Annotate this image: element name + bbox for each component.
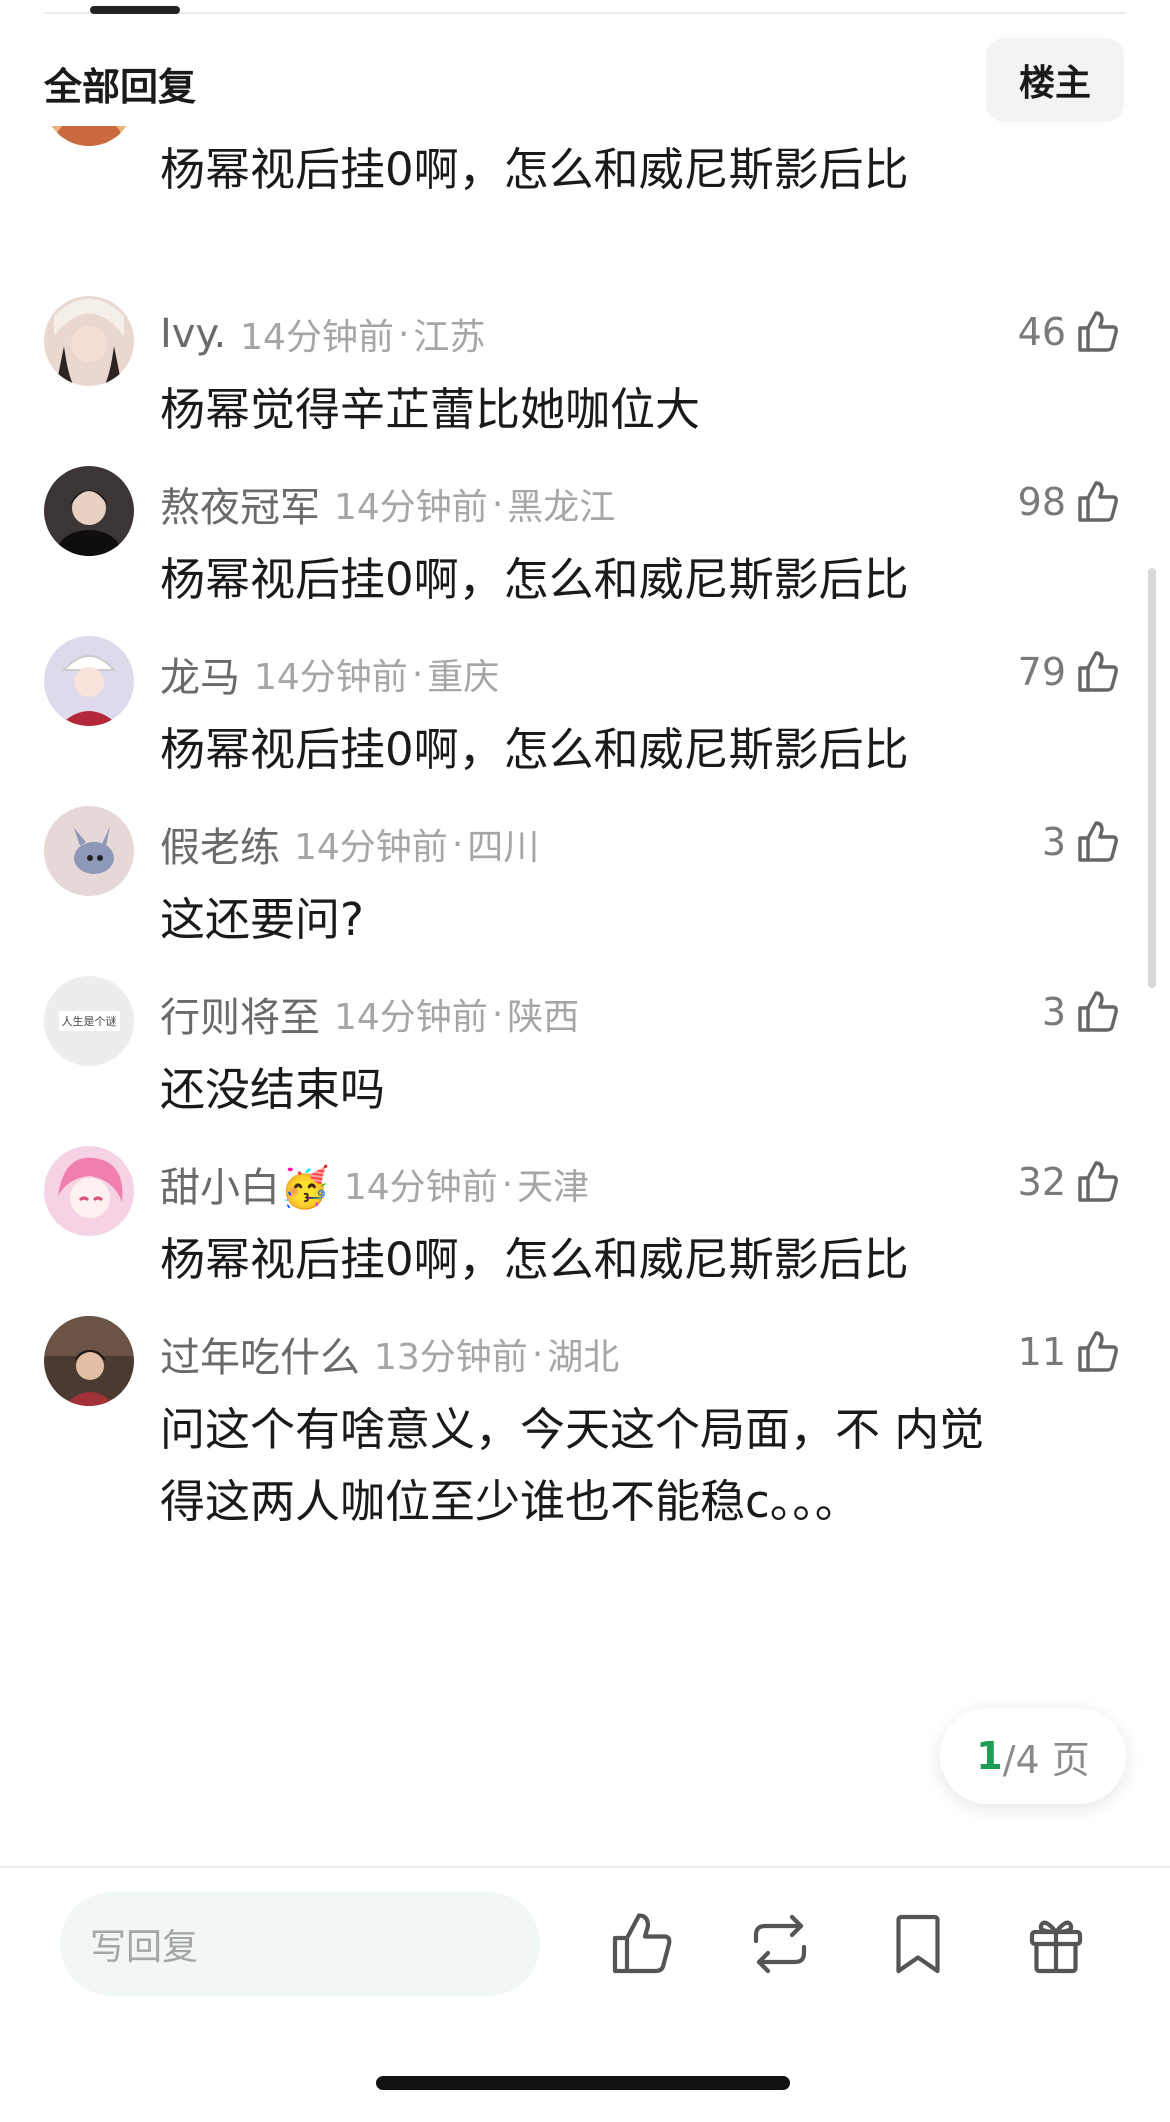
username[interactable]: Ivy.	[160, 311, 226, 357]
username[interactable]: 过年吃什么	[160, 1325, 360, 1383]
comment-location: 江苏	[413, 317, 486, 358]
bottom-action-bar: 写回复	[0, 1866, 1170, 2122]
thumbs-up-icon	[1074, 308, 1122, 356]
like-count: 3	[1041, 820, 1066, 864]
like-count: 98	[1017, 480, 1066, 524]
meta-separator: ·	[491, 993, 504, 1035]
like-button[interactable]: 32	[1018, 1150, 1122, 1214]
like-button[interactable]: 3	[1042, 980, 1122, 1044]
meta-separator: ·	[451, 823, 464, 865]
list-item: 假老练 14分钟前 · 四川 这还要问? 3	[0, 806, 1170, 976]
scrollbar[interactable]	[1148, 568, 1156, 988]
comment-time: 14分钟前	[343, 1167, 498, 1208]
avatar[interactable]	[44, 296, 134, 386]
comment-location: 陕西	[507, 997, 580, 1038]
comment-time: 14分钟前	[254, 657, 408, 698]
comment-location: 四川	[467, 827, 540, 868]
like-button[interactable]: 3	[1042, 810, 1122, 874]
comment-text: 杨幂视后挂0啊，怎么和威尼斯影后比	[160, 143, 909, 196]
meta-separator: ·	[397, 313, 410, 355]
like-button[interactable]: 11	[1018, 1320, 1122, 1384]
page-current: 1	[976, 1734, 1003, 1778]
page-indicator[interactable]: 1 /4 页	[940, 1708, 1126, 1804]
like-count: 46	[1017, 310, 1066, 354]
reply-input[interactable]: 写回复	[60, 1892, 540, 1996]
thumbs-up-icon	[1074, 988, 1122, 1036]
meta-separator: ·	[411, 653, 424, 695]
thumbs-up-icon	[1074, 1158, 1122, 1206]
username[interactable]: 甜小白🥳	[160, 1155, 330, 1213]
comment-time: 14分钟前	[240, 317, 394, 358]
username[interactable]: 行则将至	[160, 985, 320, 1043]
thumbs-up-icon	[1074, 648, 1122, 696]
avatar-caption: 人生是个谜	[58, 1011, 120, 1031]
list-item: 杨幂视后挂0啊，怎么和威尼斯影后比	[0, 126, 1170, 256]
like-count: 79	[1017, 650, 1066, 694]
thumbs-up-icon	[1074, 478, 1122, 526]
avatar[interactable]	[44, 466, 134, 556]
comment-text: 这还要问?	[160, 893, 364, 946]
repost-icon[interactable]	[744, 1908, 816, 1980]
page-title: 全部回复	[44, 65, 197, 109]
list-item: 人生是个谜 行则将至 14分钟前 · 陕西 还没结束吗 3	[0, 976, 1170, 1146]
username[interactable]: 龙马	[160, 645, 240, 703]
replies-header: 全部回复 楼主	[0, 36, 1170, 126]
like-button[interactable]: 98	[1018, 470, 1122, 534]
comment-time: 14分钟前	[334, 487, 488, 528]
bookmark-icon[interactable]	[882, 1908, 954, 1980]
list-item: 过年吃什么 13分钟前 · 湖北 问这个有啥意义，今天这个局面，不 内觉得这两人…	[0, 1316, 1170, 1576]
comment-text: 杨幂视后挂0啊，怎么和威尼斯影后比	[160, 1233, 909, 1286]
comment-text: 问这个有啥意义，今天这个局面，不 内觉得这两人咖位至少谁也不能稳c。。。	[160, 1403, 985, 1528]
avatar[interactable]	[44, 636, 134, 726]
comment-location: 黑龙江	[507, 487, 616, 528]
username[interactable]: 假老练	[160, 815, 280, 873]
top-divider	[44, 12, 1126, 14]
like-count: 32	[1017, 1160, 1066, 1204]
comment-text: 还没结束吗	[160, 1063, 386, 1116]
avatar[interactable]	[44, 126, 134, 146]
avatar[interactable]	[44, 1316, 134, 1406]
meta-separator: ·	[531, 1333, 544, 1375]
comment-text: 杨幂觉得辛芷蕾比她咖位大	[160, 383, 701, 436]
comment-time: 13分钟前	[374, 1337, 528, 1378]
comment-location: 湖北	[547, 1337, 620, 1378]
op-only-button[interactable]: 楼主	[986, 38, 1124, 122]
username[interactable]: 熬夜冠军	[160, 475, 320, 533]
thumbs-up-icon	[1074, 818, 1122, 866]
like-count: 3	[1041, 990, 1066, 1034]
comment-location: 重庆	[427, 657, 500, 698]
avatar[interactable]	[44, 806, 134, 896]
comment-time: 14分钟前	[294, 827, 448, 868]
like-button[interactable]: 79	[1018, 640, 1122, 704]
list-item: Ivy. 14分钟前 · 江苏 杨幂觉得辛芷蕾比她咖位大 46	[0, 296, 1170, 466]
thumbs-up-icon[interactable]	[606, 1908, 678, 1980]
list-item: 龙马 14分钟前 · 重庆 杨幂视后挂0啊，怎么和威尼斯影后比 79	[0, 636, 1170, 806]
avatar[interactable]	[44, 1146, 134, 1236]
avatar[interactable]: 人生是个谜	[44, 976, 134, 1066]
page-total: /4 页	[1002, 1737, 1090, 1782]
comment-text: 杨幂视后挂0啊，怎么和威尼斯影后比	[160, 723, 909, 776]
meta-separator: ·	[491, 483, 504, 525]
comment-time: 14分钟前	[334, 997, 488, 1038]
gift-icon[interactable]	[1020, 1908, 1092, 1980]
list-item: 甜小白🥳 14分钟前 · 天津 杨幂视后挂0啊，怎么和威尼斯影后比 32	[0, 1146, 1170, 1316]
meta-separator: ·	[501, 1163, 514, 1205]
list-item: 熬夜冠军 14分钟前 · 黑龙江 杨幂视后挂0啊，怎么和威尼斯影后比 98	[0, 466, 1170, 636]
home-indicator	[376, 2076, 790, 2090]
comment-list[interactable]: 杨幂视后挂0啊，怎么和威尼斯影后比 Ivy. 14分钟前 · 江苏 杨幂觉得辛芷…	[0, 126, 1170, 1866]
thumbs-up-icon	[1074, 1328, 1122, 1376]
comment-location: 天津	[517, 1167, 590, 1208]
like-button[interactable]: 46	[1018, 300, 1122, 364]
tab-indicator	[90, 6, 180, 14]
like-count: 11	[1017, 1330, 1066, 1374]
comment-text: 杨幂视后挂0啊，怎么和威尼斯影后比	[160, 553, 909, 606]
